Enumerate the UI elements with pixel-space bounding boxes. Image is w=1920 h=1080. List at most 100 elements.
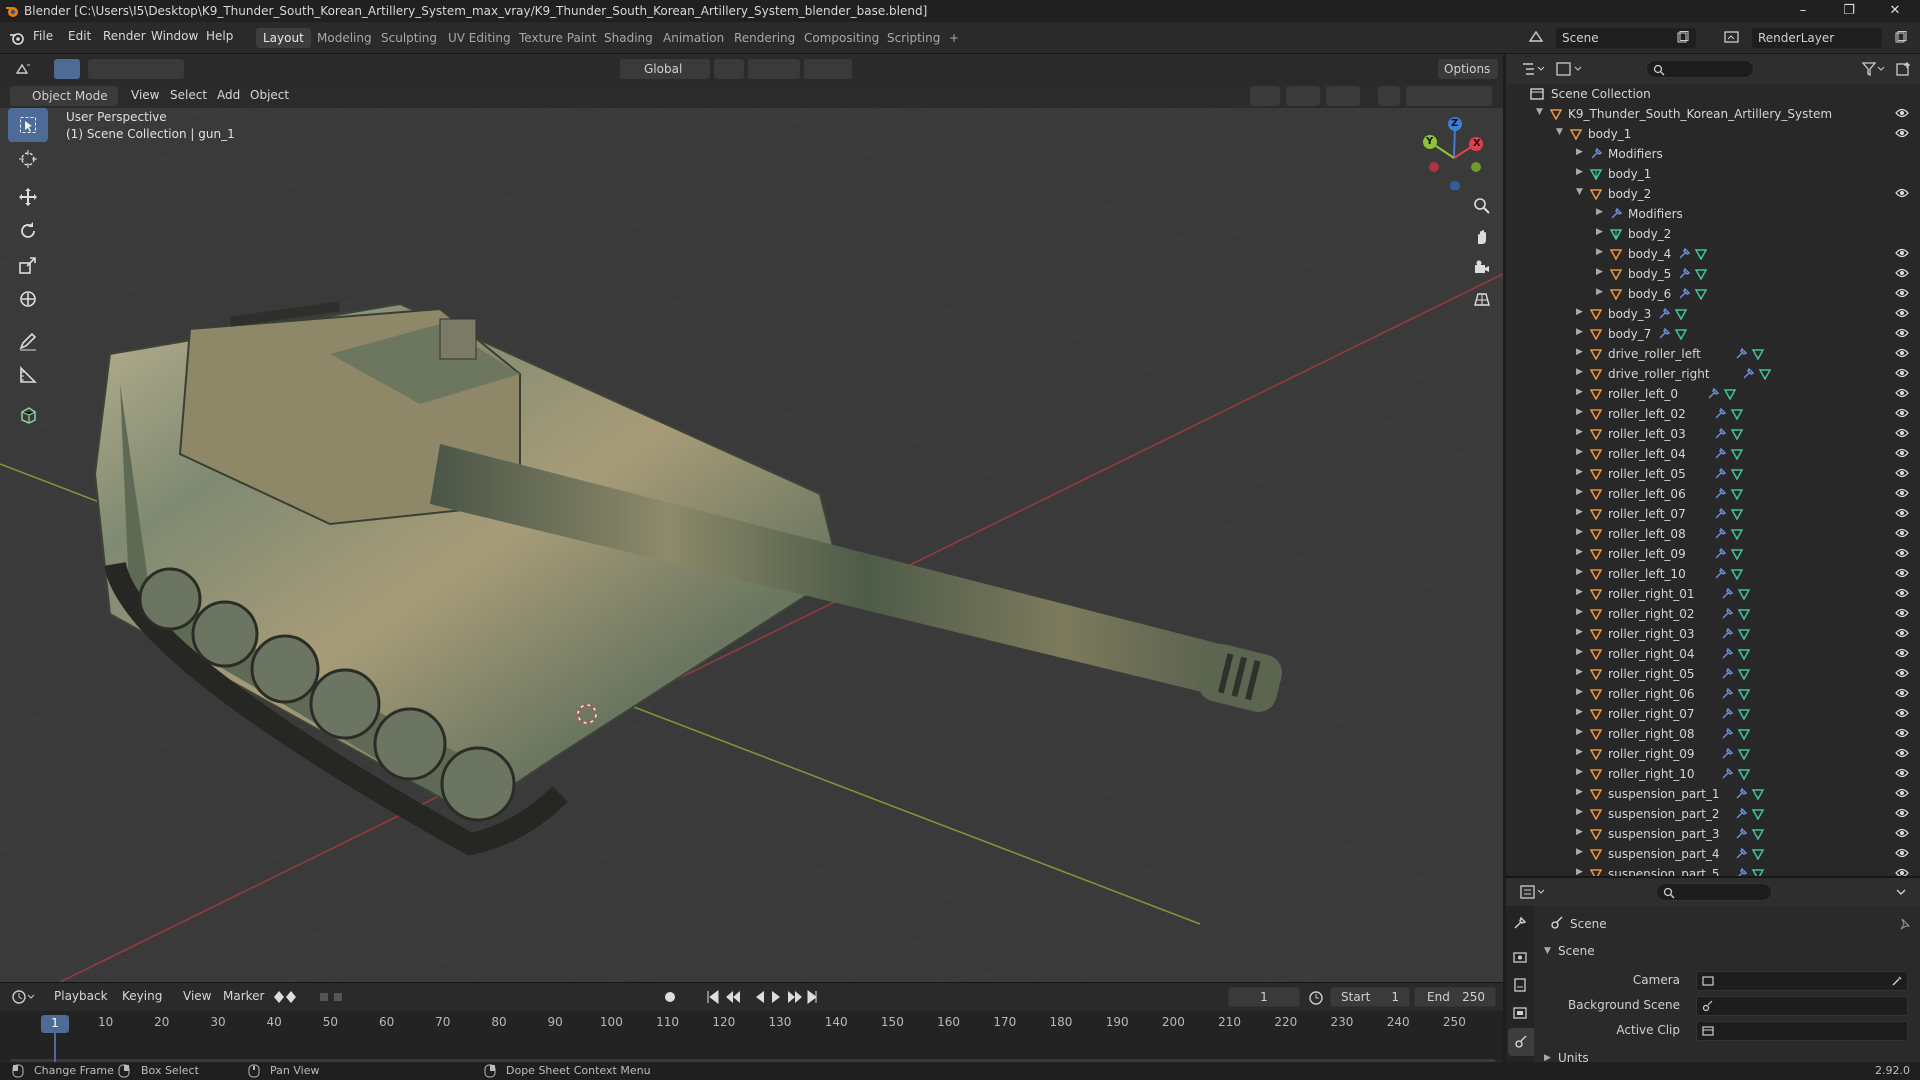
scene-tab[interactable] bbox=[1508, 1028, 1534, 1056]
pivot-point-icon[interactable] bbox=[714, 59, 744, 79]
annotate-tool-icon[interactable] bbox=[8, 324, 48, 358]
start-frame-field[interactable]: Start 1 bbox=[1330, 987, 1410, 1007]
outliner-row[interactable]: ▶ body_1 bbox=[1506, 164, 1920, 184]
timeline-menu-marker[interactable]: Marker bbox=[223, 989, 264, 1003]
outliner-row[interactable]: ▶ roller_left_10 bbox=[1506, 564, 1920, 584]
disclosure-icon[interactable]: ▶ bbox=[1576, 427, 1583, 437]
outliner-row[interactable]: ▶ drive_roller_right bbox=[1506, 364, 1920, 384]
eyedropper-icon[interactable] bbox=[1891, 975, 1903, 987]
zoom-icon[interactable] bbox=[1467, 191, 1497, 221]
visibility-eye-icon[interactable] bbox=[1895, 427, 1909, 439]
maximize-button[interactable]: ❐ bbox=[1826, 0, 1872, 22]
timeline-menu-keying[interactable]: Keying bbox=[122, 989, 162, 1003]
disclosure-icon[interactable]: ▶ bbox=[1576, 707, 1583, 717]
display-mode-icon[interactable] bbox=[1556, 62, 1582, 76]
disclosure-icon[interactable]: ▶ bbox=[1576, 727, 1583, 737]
outliner-row[interactable]: ▶ roller_left_02 bbox=[1506, 404, 1920, 424]
editor-type-icon[interactable] bbox=[14, 61, 32, 77]
outliner-row[interactable]: ▶ roller_right_01 bbox=[1506, 584, 1920, 604]
viewport-menu-select[interactable]: Select bbox=[170, 88, 207, 102]
add-cube-tool-icon[interactable] bbox=[8, 398, 48, 432]
orthographic-grid-icon[interactable] bbox=[1467, 284, 1497, 314]
overlay-toggle-icon[interactable] bbox=[1326, 86, 1360, 106]
disclosure-icon[interactable]: ▶ bbox=[1596, 227, 1603, 237]
menu-help[interactable]: Help bbox=[206, 29, 233, 43]
outliner-row[interactable]: ▶ suspension_part_1 bbox=[1506, 784, 1920, 804]
select-box-tool-icon[interactable] bbox=[8, 108, 48, 142]
outliner-row[interactable]: ▶ roller_left_09 bbox=[1506, 544, 1920, 564]
cursor-tool-icon[interactable] bbox=[8, 142, 48, 176]
shading-mode-buttons[interactable] bbox=[1406, 86, 1492, 106]
outliner-row[interactable]: ▶ drive_roller_left bbox=[1506, 344, 1920, 364]
disclosure-icon[interactable]: ▶ bbox=[1576, 487, 1583, 497]
timeline-track-area[interactable]: 10 20 30 40 50 60 70 80 90 100 110 120 130 140 150 160 1… bbox=[0, 1011, 1503, 1065]
disclosure-icon[interactable]: ▶ bbox=[1576, 767, 1583, 777]
viewport-menu-view[interactable]: View bbox=[131, 88, 159, 102]
timer-icon[interactable] bbox=[1308, 989, 1324, 1005]
menu-render[interactable]: Render bbox=[103, 29, 146, 43]
visibility-eye-icon[interactable] bbox=[1895, 727, 1909, 739]
tab-modeling[interactable]: Modeling bbox=[310, 28, 379, 48]
end-frame-field[interactable]: End 250 bbox=[1414, 987, 1496, 1007]
visibility-eye-icon[interactable] bbox=[1895, 127, 1909, 139]
properties-editor[interactable]: Scene ▼ Scene Camera Background Scene Ac… bbox=[1506, 876, 1920, 1070]
disclosure-icon[interactable]: ▶ bbox=[1576, 807, 1583, 817]
options-dropdown[interactable]: Options bbox=[1438, 59, 1498, 79]
outliner-row[interactable]: ▶ suspension_part_5 bbox=[1506, 864, 1920, 876]
playback-controls[interactable] bbox=[706, 989, 818, 1005]
disclosure-icon[interactable]: ▼ bbox=[1536, 107, 1543, 117]
outliner-row[interactable]: ▶ roller_right_08 bbox=[1506, 724, 1920, 744]
visibility-eye-icon[interactable] bbox=[1895, 707, 1909, 719]
disclosure-icon[interactable]: ▶ bbox=[1576, 167, 1583, 177]
rotate-tool-icon[interactable] bbox=[8, 214, 48, 248]
viewport-menu-object[interactable]: Object bbox=[250, 88, 289, 102]
tool-tab-icon[interactable] bbox=[1513, 916, 1527, 930]
filter-icon[interactable] bbox=[1862, 62, 1886, 76]
visibility-eye-icon[interactable] bbox=[1895, 767, 1909, 779]
scene-panel-title[interactable]: Scene bbox=[1558, 944, 1595, 958]
outliner-row[interactable]: ▼ K9_Thunder_South_Korean_Artillery_Syste… bbox=[1506, 104, 1920, 124]
outliner-row[interactable]: ▶ suspension_part_2 bbox=[1506, 804, 1920, 824]
disclosure-icon[interactable]: ▼ bbox=[1556, 127, 1563, 137]
outliner-editor-type-icon[interactable] bbox=[1522, 62, 1544, 76]
close-button[interactable]: ✕ bbox=[1872, 0, 1918, 22]
visibility-eye-icon[interactable] bbox=[1895, 667, 1909, 679]
outliner[interactable]: ▼ K9_Thunder_South_Korean_Artillery_Syste… bbox=[1506, 54, 1920, 876]
auto-keying-icon[interactable] bbox=[662, 989, 678, 1005]
outliner-row[interactable]: ▶ Modifiers bbox=[1506, 144, 1920, 164]
disclosure-icon[interactable]: ▶ bbox=[1576, 467, 1583, 477]
visibility-eye-icon[interactable] bbox=[1895, 367, 1909, 379]
blender-menu-icon[interactable] bbox=[9, 30, 25, 46]
menu-file[interactable]: File bbox=[33, 29, 53, 43]
background-scene-field[interactable] bbox=[1696, 996, 1908, 1016]
playhead-line[interactable] bbox=[54, 1031, 56, 1065]
measure-tool-icon[interactable] bbox=[8, 358, 48, 392]
disclosure-icon[interactable]: ▶ bbox=[1576, 547, 1583, 557]
xray-toggle-icon[interactable] bbox=[1378, 86, 1400, 106]
visibility-eye-icon[interactable] bbox=[1895, 267, 1909, 279]
add-workspace-button[interactable]: + bbox=[942, 28, 966, 48]
disclosure-icon[interactable]: ▶ bbox=[1576, 147, 1583, 157]
visibility-eye-icon[interactable] bbox=[1895, 187, 1909, 199]
panel-expand-icon[interactable]: ▼ bbox=[1544, 946, 1551, 956]
outliner-row[interactable]: ▶ roller_left_04 bbox=[1506, 444, 1920, 464]
menu-window[interactable]: Window bbox=[151, 29, 198, 43]
view-layer-icon[interactable] bbox=[1724, 30, 1740, 44]
tab-sculpting[interactable]: Sculpting bbox=[374, 28, 444, 48]
visibility-eye-icon[interactable] bbox=[1895, 507, 1909, 519]
render-tab-icon[interactable] bbox=[1513, 950, 1527, 964]
transform-orientation-dropdown[interactable]: Global bbox=[620, 59, 710, 79]
view-layer-tab-icon[interactable] bbox=[1513, 1006, 1527, 1020]
visibility-eye-icon[interactable] bbox=[1895, 587, 1909, 599]
3d-viewport[interactable]: Global Options Object Mode View Select A… bbox=[0, 54, 1503, 982]
outliner-row[interactable]: ▶ roller_left_06 bbox=[1506, 484, 1920, 504]
disclosure-icon[interactable]: ▶ bbox=[1576, 867, 1583, 876]
disclosure-icon[interactable]: ▶ bbox=[1596, 267, 1603, 277]
disclosure-icon[interactable]: ▶ bbox=[1576, 607, 1583, 617]
timeline-menu-view[interactable]: View bbox=[183, 989, 211, 1003]
move-tool-icon[interactable] bbox=[8, 180, 48, 214]
outliner-row[interactable]: ▶ roller_left_05 bbox=[1506, 464, 1920, 484]
visibility-eye-icon[interactable] bbox=[1895, 527, 1909, 539]
visibility-eye-icon[interactable] bbox=[1895, 567, 1909, 579]
outliner-row[interactable]: ▶ body_6 bbox=[1506, 284, 1920, 304]
